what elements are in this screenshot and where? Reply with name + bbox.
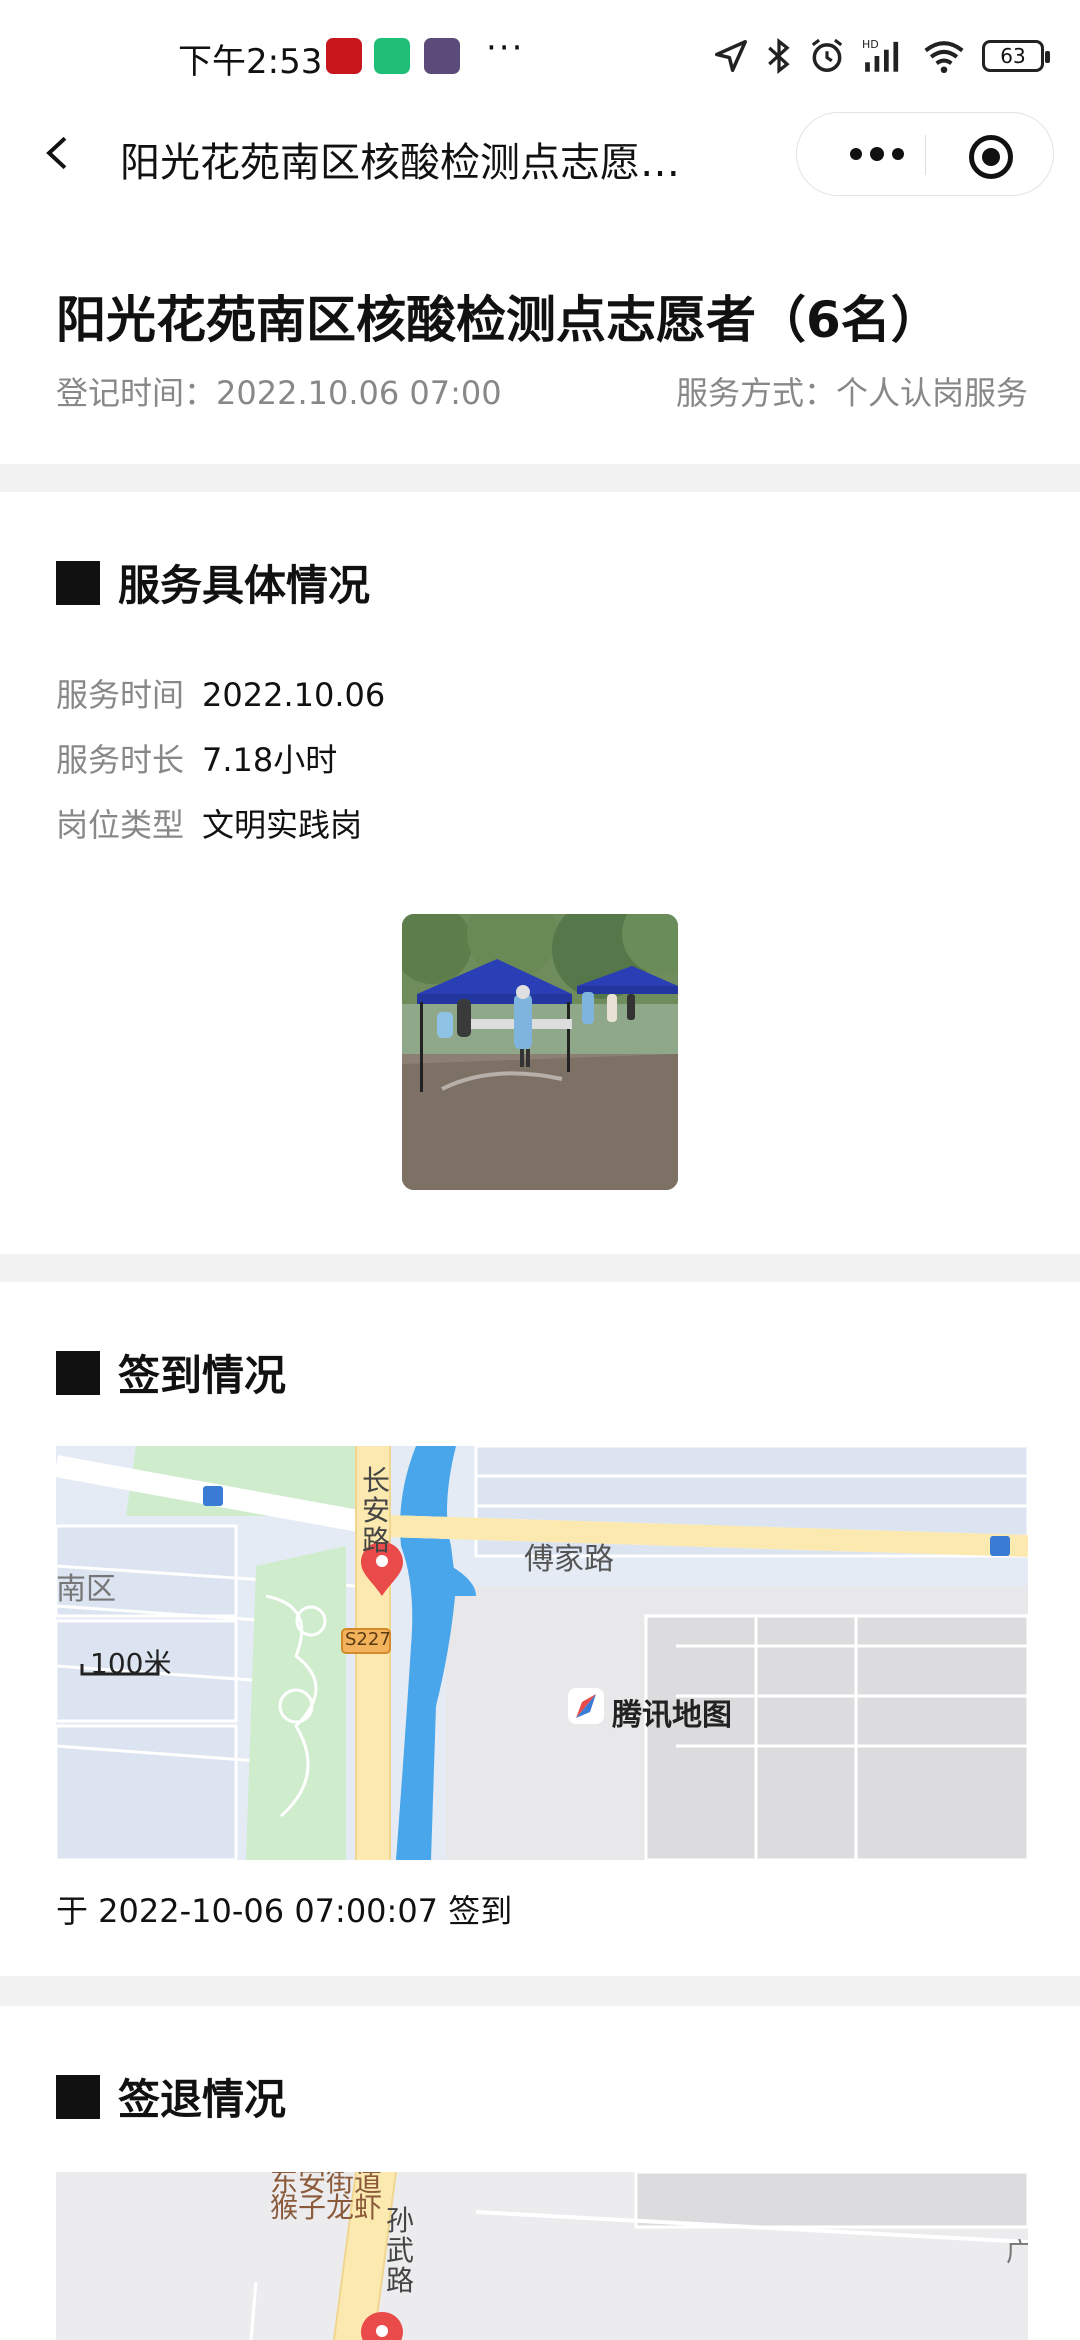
signal-icon: HD <box>862 38 899 72</box>
section-marker-icon <box>56 2074 100 2119</box>
section-marker-icon <box>56 560 100 605</box>
map-road-label: 傅家路 <box>524 1542 614 1577</box>
section-marker-icon <box>56 1350 100 1395</box>
service-photo[interactable] <box>402 914 678 1190</box>
service-time-row: 服务时间 2022.10.06 <box>56 670 385 716</box>
post-type-row: 岗位类型 文明实践岗 <box>56 800 362 846</box>
checkout-section-label: 签退情况 <box>118 2075 287 2124</box>
more-notifications-icon: ··· <box>486 28 525 68</box>
service-time-label: 服务时间 <box>56 676 185 714</box>
capsule-divider <box>925 135 926 175</box>
status-time: 下午2:53 <box>178 42 323 82</box>
service-mode: 服务方式：个人认岗服务 <box>675 374 1028 412</box>
status-icons: HD 63 <box>712 34 1050 78</box>
service-section-label: 服务具体情况 <box>118 561 371 610</box>
map-road-label: 孙武路 <box>386 2204 415 2297</box>
status-bar: 下午2:53 ··· HD 63 <box>0 0 1080 112</box>
service-duration-value: 7.18小时 <box>202 741 338 779</box>
map-brand-label: 腾讯地图 <box>612 1698 732 1733</box>
service-section-title: 服务具体情况 <box>56 552 370 613</box>
map-scale-label: 100米 <box>90 1647 172 1680</box>
service-duration-row: 服务时长 7.18小时 <box>56 735 337 781</box>
map-edge-label: 广 <box>1006 2238 1028 2268</box>
more-menu-icon[interactable] <box>827 133 927 175</box>
map-poi-label: 猴子龙虾 <box>270 2191 383 2224</box>
checkin-section-label: 签到情况 <box>118 1351 287 1400</box>
post-type-label: 岗位类型 <box>56 806 185 844</box>
shield-app-icon <box>374 38 410 74</box>
checkin-card: 签到情况 长安路 傅家路 S227 南区 100米 腾讯地图 于 2022-10… <box>0 1282 1080 1976</box>
service-duration-label: 服务时长 <box>56 741 185 779</box>
svg-text:HD: HD <box>862 38 879 51</box>
register-time: 登记时间：2022.10.06 07:00 <box>56 374 502 412</box>
map-district-label: 南区 <box>56 1572 116 1607</box>
k-app-icon <box>424 38 460 74</box>
battery-icon: 63 <box>982 40 1050 72</box>
nav-title: 阳光花苑南区核酸检测点志愿者（6名） <box>120 140 700 186</box>
checkout-map[interactable]: 东安街道 猴子龙虾 孙武路 广 <box>56 2172 1028 2340</box>
wifi-icon <box>924 41 964 74</box>
post-type-value: 文明实践岗 <box>202 806 363 844</box>
mini-program-capsule <box>796 112 1054 196</box>
checkin-map-canvas <box>56 1446 1028 1860</box>
location-icon <box>715 40 747 72</box>
checkout-section-title: 签退情况 <box>56 2066 286 2127</box>
checkout-map-canvas <box>56 2172 1028 2340</box>
checkout-card: 签退情况 东安街道 猴子龙虾 孙武路 广 <box>0 2006 1080 2340</box>
activity-title: 阳光花苑南区核酸检测点志愿者（6名） <box>56 291 941 349</box>
service-photo-image <box>402 914 678 1190</box>
checkin-map[interactable]: 长安路 傅家路 S227 南区 100米 腾讯地图 <box>56 1446 1028 1860</box>
activity-header-card: 阳光花苑南区核酸检测点志愿者（6名） 登记时间：2022.10.06 07:00… <box>0 226 1080 464</box>
map-highway-label: S227 <box>345 1629 391 1650</box>
news-app-icon <box>326 38 362 74</box>
battery-level: 63 <box>1000 44 1026 68</box>
service-time-value: 2022.10.06 <box>202 676 386 714</box>
checkin-time-note: 于 2022-10-06 07:00:07 签到 <box>56 1892 513 1930</box>
close-target-icon[interactable] <box>969 135 1013 179</box>
bluetooth-icon <box>768 37 790 75</box>
map-road-label: 长安路 <box>362 1464 391 1557</box>
alarm-icon <box>811 38 843 72</box>
back-arrow-icon[interactable] <box>40 136 74 170</box>
checkin-section-title: 签到情况 <box>56 1342 286 1403</box>
